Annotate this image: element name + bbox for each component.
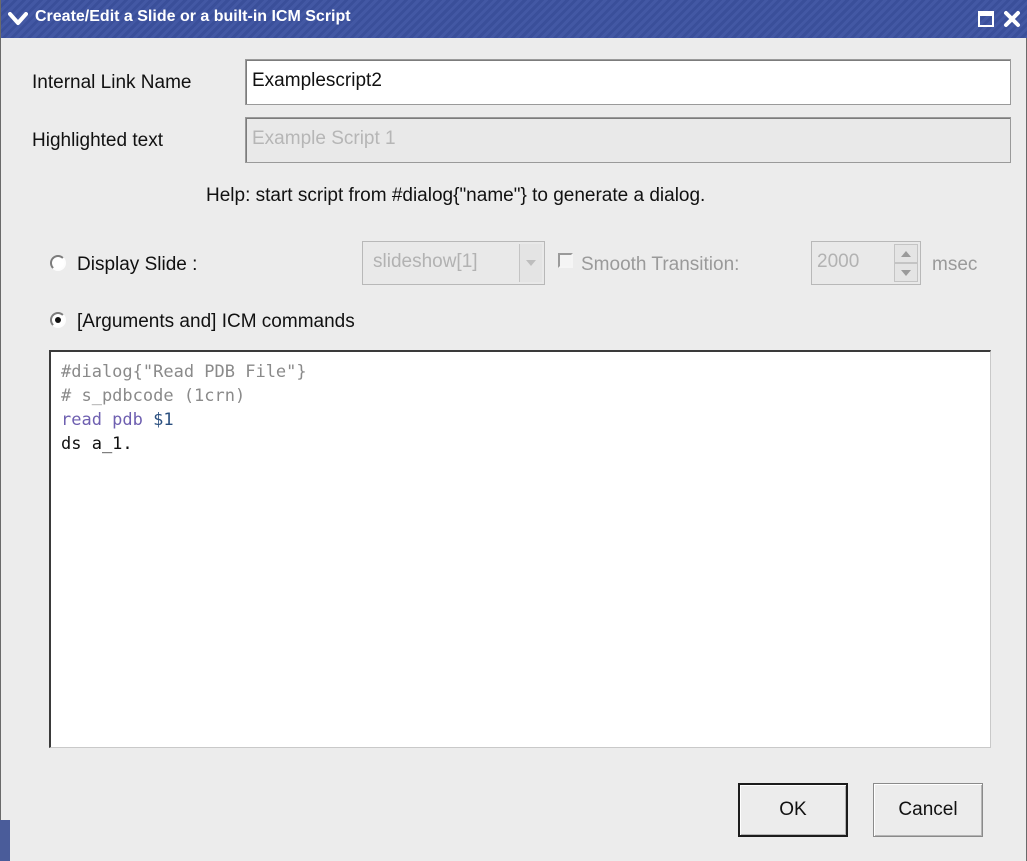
script-line: ds a_1.: [61, 432, 980, 456]
script-editor[interactable]: #dialog{"Read PDB File"} # s_pdbcode (1cr…: [49, 350, 991, 748]
smooth-transition-label: Smooth Transition:: [581, 254, 740, 275]
script-token: $1: [153, 410, 174, 430]
smooth-transition-checkbox[interactable]: [558, 253, 573, 268]
display-slide-radio[interactable]: [50, 255, 66, 271]
highlighted-text-label: Highlighted text: [32, 130, 163, 151]
maximize-icon[interactable]: [973, 6, 999, 32]
script-token: read pdb: [61, 410, 154, 430]
chevron-down-icon[interactable]: [519, 244, 542, 282]
close-icon[interactable]: [999, 6, 1025, 32]
window-left-edge: [0, 820, 10, 861]
link-name-input[interactable]: Examplescript2: [245, 59, 1011, 105]
dialog-window: Create/Edit a Slide or a built-in ICM Sc…: [0, 0, 1027, 861]
slideshow-select[interactable]: slideshow[1]: [362, 241, 545, 285]
script-line: #dialog{"Read PDB File"}: [61, 360, 980, 384]
icm-commands-label: [Arguments and] ICM commands: [77, 311, 355, 332]
highlighted-text-input[interactable]: Example Script 1: [245, 117, 1011, 163]
duration-unit-label: msec: [932, 254, 978, 275]
chevron-down-icon[interactable]: [4, 5, 32, 33]
duration-spinbox[interactable]: 2000: [811, 241, 921, 285]
ok-button[interactable]: OK: [738, 783, 848, 837]
script-token: # s_pdbcode (1crn): [61, 386, 246, 406]
display-slide-label: Display Slide :: [77, 254, 198, 275]
script-token: ds a_1.: [61, 434, 133, 454]
icm-commands-radio[interactable]: [50, 312, 66, 328]
script-line: # s_pdbcode (1crn): [61, 384, 980, 408]
duration-value: 2000: [817, 251, 860, 272]
script-line: read pdb $1: [61, 408, 980, 432]
link-name-label: Internal Link Name: [32, 72, 192, 93]
window-title: Create/Edit a Slide or a built-in ICM Sc…: [35, 8, 351, 25]
slideshow-select-value: slideshow[1]: [373, 251, 478, 272]
cancel-button[interactable]: Cancel: [873, 783, 983, 837]
spin-down-icon[interactable]: [894, 263, 918, 282]
spin-up-icon[interactable]: [894, 244, 918, 263]
help-text: Help: start script from #dialog{"name"} …: [206, 185, 706, 206]
script-token: #dialog{"Read PDB File"}: [61, 362, 307, 382]
title-bar[interactable]: Create/Edit a Slide or a built-in ICM Sc…: [1, 0, 1027, 38]
radio-selected-dot: [55, 317, 61, 323]
